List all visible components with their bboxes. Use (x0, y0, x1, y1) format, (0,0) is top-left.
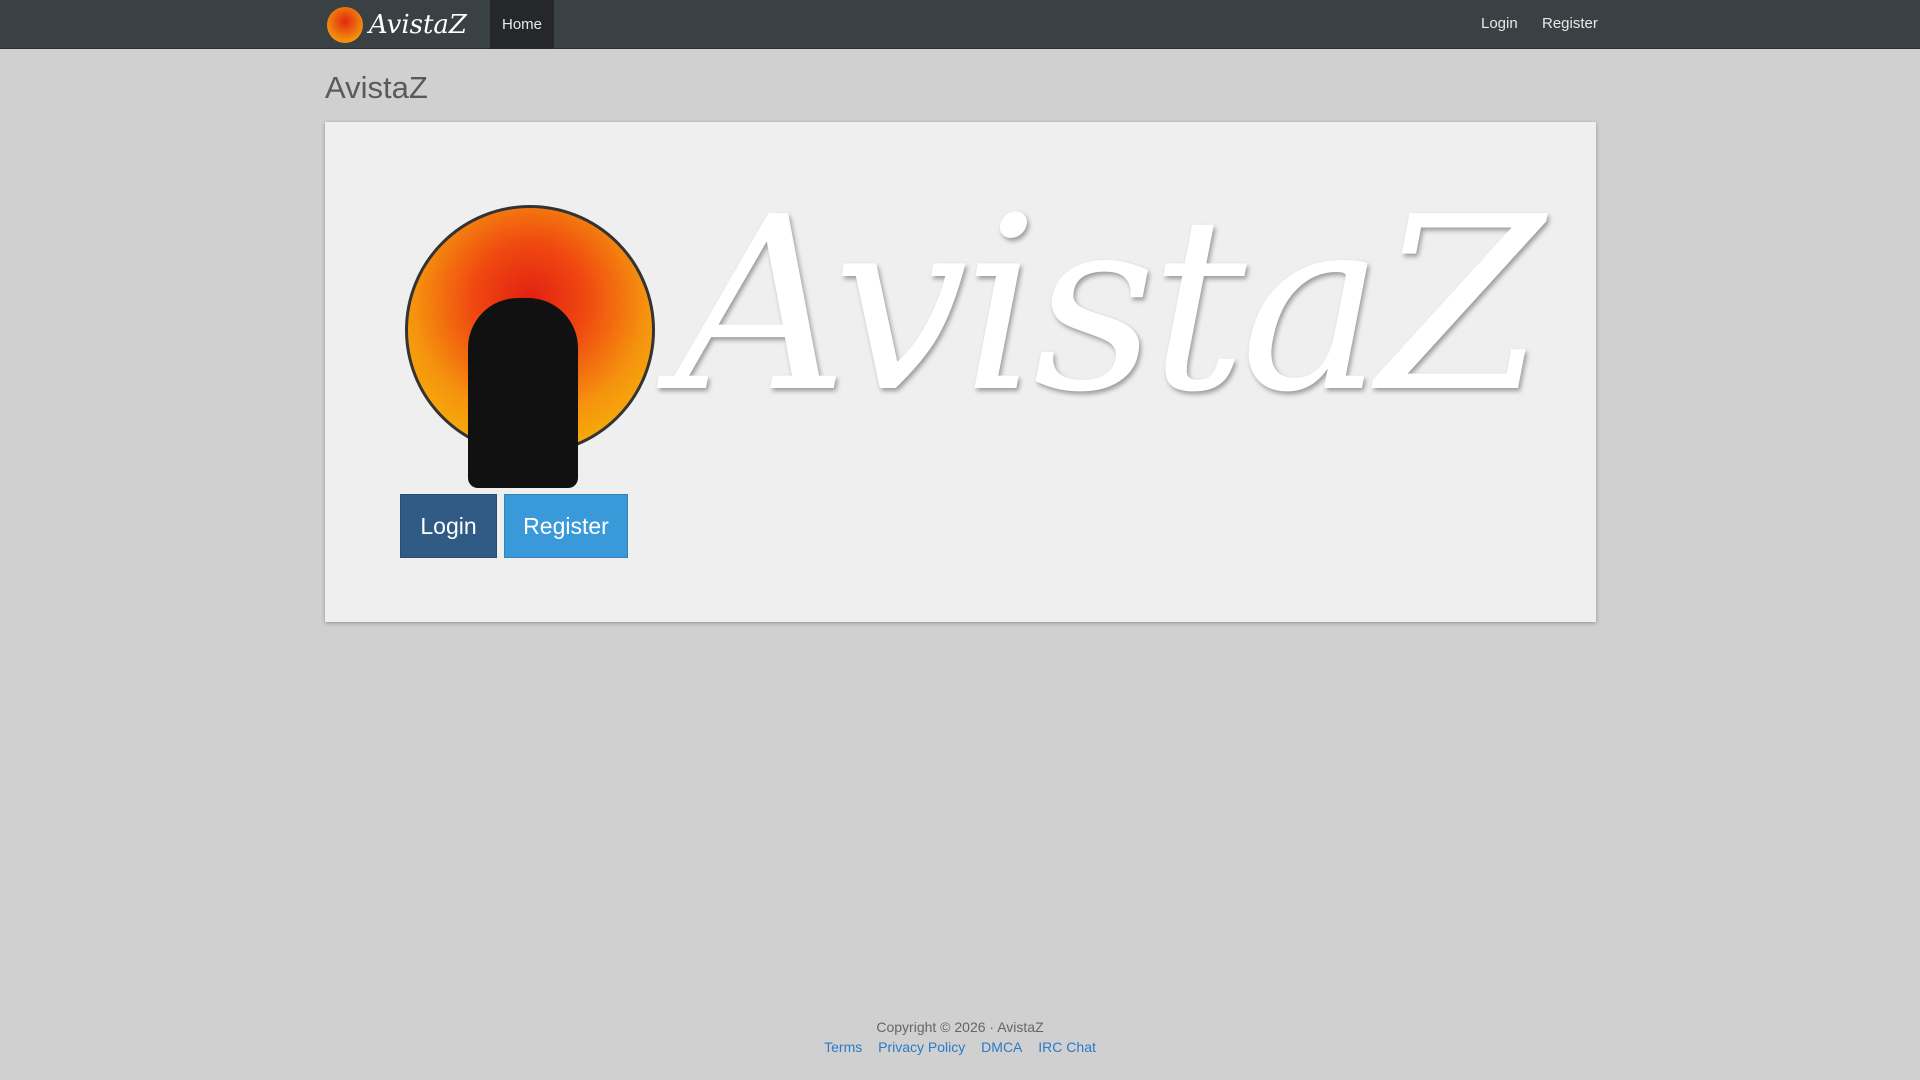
top-navbar: AvistaZ Home Login Register (0, 0, 1920, 49)
page-title: AvistaZ (325, 70, 428, 105)
footer-privacy-link[interactable]: Privacy Policy (878, 1039, 965, 1055)
samurai-sun-icon (405, 205, 655, 488)
avistaz-logo: AvistaZ (405, 175, 1544, 488)
nav-register[interactable]: Register (1542, 15, 1598, 32)
copyright: Copyright © 2026 · AvistaZ (876, 1019, 1044, 1035)
login-button[interactable]: Login (400, 494, 497, 558)
footer-dmca-link[interactable]: DMCA (981, 1039, 1022, 1055)
logo-wordmark: AvistaZ (675, 165, 1544, 445)
brand-text: AvistaZ (368, 10, 467, 40)
footer-terms-link[interactable]: Terms (824, 1039, 862, 1055)
footer-irc-link[interactable]: IRC Chat (1038, 1039, 1096, 1055)
nav-home[interactable]: Home (490, 0, 554, 49)
nav-login[interactable]: Login (1481, 15, 1518, 32)
footer-links: Terms Privacy Policy DMCA IRC Chat (0, 1039, 1920, 1055)
samurai-logo-icon (327, 7, 363, 43)
register-button[interactable]: Register (504, 494, 628, 558)
brand-logo[interactable]: AvistaZ (327, 5, 467, 45)
welcome-panel: AvistaZ Login Register (325, 122, 1596, 622)
